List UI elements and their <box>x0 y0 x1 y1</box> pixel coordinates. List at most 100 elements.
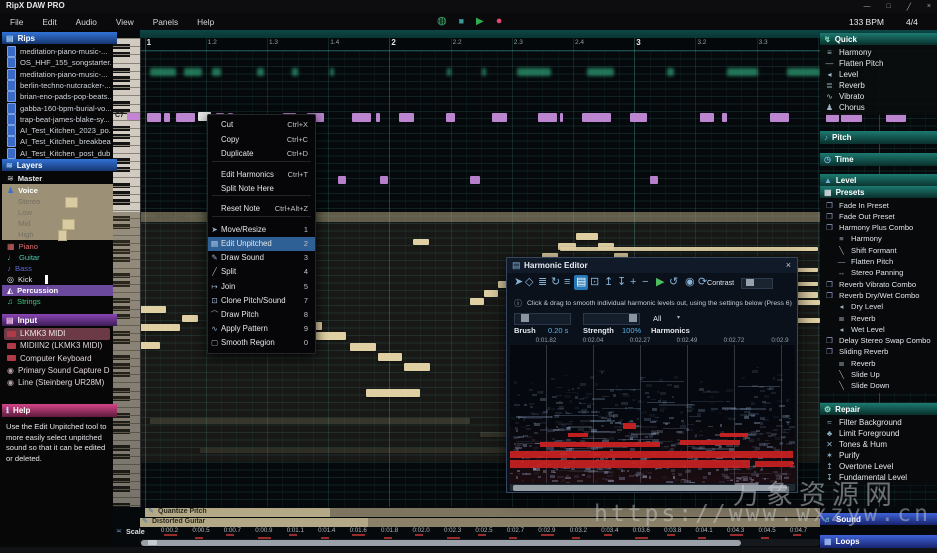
smooth-brush-tool-icon[interactable]: ▤ <box>576 275 586 289</box>
preset-item[interactable]: ❐Fade Out Preset <box>824 211 934 222</box>
input-item[interactable]: Computer Keyboard <box>4 352 110 364</box>
layer-item-voice[interactable]: ♟Voice <box>7 185 111 196</box>
harmonic-editor-window[interactable]: ▤ Harmonic Editor × ➤◇≣↻≡▤⊡↥↧+−▶↺◉⟳ Cont… <box>506 257 798 493</box>
layer-item-guitar[interactable]: ♩Guitar <box>7 252 111 263</box>
harmonic-editor-titlebar[interactable]: ▤ Harmonic Editor × <box>507 258 797 273</box>
white-key[interactable] <box>113 54 140 55</box>
time-signature-display[interactable]: 4/4 <box>906 17 918 27</box>
rip-item[interactable]: OS_HHF_155_songstarter... <box>7 57 111 68</box>
lines-tool-icon[interactable]: ≡ <box>564 275 570 289</box>
white-key[interactable] <box>113 63 140 64</box>
preset-item[interactable]: ≣Reverb <box>836 313 934 324</box>
play-icon[interactable]: ▶ <box>476 13 484 30</box>
white-key[interactable] <box>113 169 140 170</box>
preset-item[interactable]: ❐Delay Stereo Swap Combo <box>824 335 934 346</box>
strength-slider-thumb[interactable] <box>629 314 637 322</box>
layer-item-kick[interactable]: ◎Kick <box>7 274 111 285</box>
minimize-button[interactable]: — <box>863 3 870 10</box>
voice-layer-group[interactable]: ♟VoiceStereoLowMidHigh <box>2 184 113 240</box>
layer-item-strings[interactable]: ♫Strings <box>7 296 111 307</box>
preset-item[interactable]: ❐Reverb Vibrato Combo <box>824 279 934 290</box>
restore-button[interactable]: ╱ <box>907 3 911 11</box>
close-button[interactable]: × <box>927 3 931 10</box>
spectrogram[interactable] <box>510 345 795 483</box>
white-key[interactable] <box>113 87 140 88</box>
repair-item-purify[interactable]: ✶Purify <box>824 450 934 461</box>
play-preview-icon[interactable]: ▶ <box>656 275 664 289</box>
context-menu-item-smooth-region[interactable]: ▢Smooth Region0 <box>208 335 315 349</box>
brush-slider-thumb[interactable] <box>521 314 529 322</box>
refresh-icon[interactable]: ⟳ <box>698 275 707 289</box>
quick-item-harmony[interactable]: ≡Harmony <box>824 47 934 58</box>
chevron-down-icon[interactable]: ▾ <box>677 314 680 321</box>
input-item[interactable]: ◉Line (Steinberg UR28M) <box>4 377 110 389</box>
rips-header[interactable]: ▤Rips <box>2 32 117 44</box>
voice-sub-low[interactable]: Low <box>18 207 108 218</box>
context-menu-item-edit-harmonics[interactable]: Edit HarmonicsCtrl+T <box>208 167 315 181</box>
white-key[interactable] <box>113 38 140 39</box>
preset-item[interactable]: ❐Sliding Reverb <box>824 346 934 357</box>
white-key[interactable] <box>113 186 140 187</box>
white-key[interactable] <box>113 79 140 80</box>
quick-item-flatten-pitch[interactable]: —Flatten Pitch <box>824 58 934 69</box>
preset-item[interactable]: ◂Wet Level <box>836 324 934 335</box>
harmonics-select[interactable]: All <box>653 314 661 323</box>
menu-view[interactable]: View <box>116 17 134 27</box>
context-menu-item-duplicate[interactable]: DuplicateCtrl+D <box>208 146 315 160</box>
subtract-icon[interactable]: − <box>642 275 648 289</box>
context-menu-item-apply-pattern[interactable]: ∿Apply Pattern9 <box>208 321 315 335</box>
lower-level-icon[interactable]: ↧ <box>617 275 626 289</box>
menu-edit[interactable]: Edit <box>42 17 56 27</box>
preset-item[interactable]: ≡Harmony <box>836 233 934 244</box>
piano-keyboard[interactable]: C7 <box>113 38 141 507</box>
preset-item[interactable]: ↔Stereo Panning <box>836 267 934 278</box>
help-header[interactable]: ℹHelp <box>2 404 117 417</box>
harmonic-levels-tool-icon[interactable]: ≣ <box>538 275 547 289</box>
quick-header[interactable]: ↯Quick <box>820 33 937 45</box>
context-menu-item-cut[interactable]: CutCtrl+X <box>208 118 315 132</box>
input-item[interactable]: ◉Primary Sound Capture Dr... <box>4 365 110 377</box>
white-key[interactable] <box>113 177 140 178</box>
white-key[interactable] <box>113 128 140 129</box>
input-header[interactable]: ▤Input <box>2 314 117 326</box>
input-item[interactable]: MIDIIN2 (LKMK3 MIDI) <box>4 340 110 352</box>
input-item[interactable]: LKMK3 MIDI <box>4 328 110 340</box>
close-icon[interactable]: × <box>786 260 791 270</box>
white-key[interactable] <box>113 95 140 96</box>
context-menu-item-edit-unpitched[interactable]: ▤Edit Unpitched2 <box>208 237 315 251</box>
repair-item-filter-background[interactable]: ≈Filter Background <box>824 417 934 428</box>
grab-tool-icon[interactable]: ↻ <box>551 275 560 289</box>
context-menu-item-reset-note[interactable]: Reset NoteCtrl+Alt+Z <box>208 201 315 215</box>
rip-item[interactable]: gabba-160-bpm-burial-vo... <box>7 103 111 114</box>
quick-item-vibrato[interactable]: ∿Vibrato <box>824 91 934 102</box>
quick-item-level[interactable]: ◂Level <box>824 69 934 80</box>
presets-header[interactable]: ▦Presets <box>820 186 937 198</box>
menu-file[interactable]: File <box>10 17 23 27</box>
preset-item[interactable]: ╲Shift Formant <box>836 245 934 256</box>
white-key[interactable] <box>113 145 140 146</box>
context-menu-item-join[interactable]: ↦Join5 <box>208 279 315 293</box>
select-tool-icon[interactable]: ➤ <box>514 275 523 289</box>
white-key[interactable] <box>113 46 140 47</box>
white-key[interactable] <box>113 161 140 162</box>
quick-item-chorus[interactable]: ♟Chorus <box>824 102 934 113</box>
record-icon[interactable]: ● <box>496 13 503 30</box>
rip-item[interactable]: AI_Test_Kitchen_post_dub... <box>7 148 111 159</box>
section-header-pitch[interactable]: ♪Pitch <box>820 131 937 144</box>
history-icon[interactable]: ↺ <box>669 275 678 289</box>
white-key[interactable] <box>113 153 140 154</box>
layers-header[interactable]: ≋Layers <box>2 159 117 171</box>
white-key[interactable] <box>113 120 140 121</box>
context-menu-item-draw-sound[interactable]: ✎Draw Sound3 <box>208 251 315 265</box>
rip-item[interactable]: AI_Test_Kitchen_2023_po... <box>7 125 111 136</box>
preset-item[interactable]: ❐Reverb Dry/Wet Combo <box>824 290 934 301</box>
white-key[interactable] <box>113 136 140 137</box>
contrast-slider-thumb[interactable] <box>746 279 754 286</box>
context-menu-item-split[interactable]: ╱Split4 <box>208 265 315 279</box>
maximize-button[interactable]: □ <box>886 3 890 10</box>
menu-help[interactable]: Help <box>197 17 214 27</box>
preset-item[interactable]: ◂Dry Level <box>836 301 934 312</box>
menu-audio[interactable]: Audio <box>76 17 97 27</box>
preset-item[interactable]: ❐Harmony Plus Combo <box>824 222 934 233</box>
loop-metronome-icon[interactable]: ◍ <box>437 13 447 30</box>
